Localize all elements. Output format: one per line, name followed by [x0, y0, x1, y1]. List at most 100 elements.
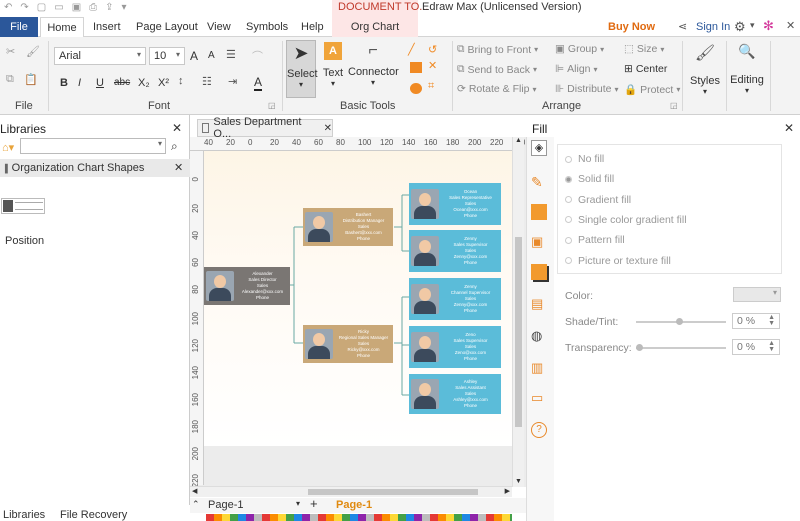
- subscript-button[interactable]: X₂: [138, 77, 150, 89]
- size-button[interactable]: ⬚ Size ▾: [624, 43, 664, 55]
- bottom-tab-libraries[interactable]: Libraries: [3, 509, 45, 521]
- send-to-back-button[interactable]: ⧉ Send to Back ▾: [457, 63, 537, 76]
- radio-icon[interactable]: [565, 175, 572, 183]
- fill-option[interactable]: Solid fill: [565, 173, 614, 185]
- fill-option[interactable]: Pattern fill: [565, 234, 625, 246]
- scroll-thumb[interactable]: [515, 237, 522, 427]
- bottom-tab-file-recovery[interactable]: File Recovery: [60, 509, 127, 521]
- document-tab[interactable]: Sales Department O... ✕: [197, 116, 333, 140]
- chevron-down-icon[interactable]: ▾: [750, 20, 755, 31]
- strikethrough-button[interactable]: abc: [114, 77, 130, 88]
- tab-page-layout[interactable]: Page Layout: [136, 17, 198, 37]
- font-color-button[interactable]: A: [254, 75, 263, 91]
- arc-icon[interactable]: ↺: [428, 43, 437, 56]
- scroll-down-icon[interactable]: ▼: [515, 478, 522, 485]
- line-spacing-icon[interactable]: ↕: [178, 75, 184, 87]
- open-icon[interactable]: ▭: [54, 2, 63, 13]
- tab-symbols[interactable]: Symbols: [246, 17, 288, 37]
- org-node[interactable]: Zenny Sales Supervisor Sales Zenny@xxx.com P…: [409, 230, 501, 272]
- wrap-icon[interactable]: ⌒: [252, 48, 263, 64]
- scroll-left-icon[interactable]: ◀: [192, 487, 197, 495]
- transparency-input[interactable]: 0 % ▲ ▼: [732, 339, 780, 355]
- bring-to-front-button[interactable]: ⧉ Bring to Front ▾: [457, 43, 538, 56]
- spinner-icon[interactable]: ▲ ▼: [768, 314, 775, 327]
- rectangle-icon[interactable]: [410, 62, 422, 73]
- search-icon[interactable]: ⌕: [171, 139, 178, 154]
- line-icon[interactable]: ╱: [408, 43, 415, 56]
- cross-icon[interactable]: ✕: [428, 59, 437, 72]
- file-tab[interactable]: File: [0, 17, 38, 37]
- org-node[interactable]: Zenny Channel Supervisor Sales Zenny@xxx.co…: [409, 278, 501, 320]
- add-page-icon[interactable]: +: [310, 496, 318, 511]
- horizontal-scrollbar[interactable]: ◀ ▶: [190, 486, 512, 497]
- indent-icon[interactable]: ⇥: [228, 75, 237, 88]
- radio-icon[interactable]: [565, 196, 572, 204]
- ellipse-icon[interactable]: [410, 83, 422, 94]
- superscript-button[interactable]: X²: [158, 77, 169, 89]
- bullets-icon[interactable]: ☷: [202, 75, 212, 88]
- shade-slider[interactable]: [636, 318, 726, 325]
- radio-icon[interactable]: [565, 155, 572, 163]
- editing-button[interactable]: 🔍 Editing ▾: [728, 43, 766, 95]
- fill-option[interactable]: No fill: [565, 153, 604, 165]
- tab-help[interactable]: Help: [301, 17, 324, 37]
- select-tool-button[interactable]: ➤ Select ▾: [286, 40, 318, 98]
- hscroll-thumb[interactable]: [308, 489, 478, 495]
- print-icon[interactable]: ⎙: [89, 2, 97, 13]
- undo-icon[interactable]: ↶: [4, 2, 12, 13]
- shrink-font-button[interactable]: A: [208, 50, 215, 61]
- export-icon[interactable]: ⇪: [105, 2, 113, 13]
- color-palette-strip[interactable]: [206, 514, 512, 521]
- page-select[interactable]: Page-1 ▾: [208, 499, 300, 512]
- redo-icon[interactable]: ↷: [20, 2, 28, 13]
- collapse-up-icon[interactable]: ⌃: [192, 499, 200, 510]
- bold-button[interactable]: B: [60, 77, 68, 89]
- scroll-right-icon[interactable]: ▶: [505, 487, 510, 495]
- font-size-select[interactable]: 10 ▾: [149, 47, 185, 65]
- radio-icon[interactable]: [565, 236, 572, 244]
- customize-icon[interactable]: ▾: [122, 2, 127, 13]
- align-button[interactable]: ⊫ Align ▾: [555, 63, 598, 75]
- library-section-header[interactable]: ▐ Organization Chart Shapes: [0, 159, 190, 177]
- save-icon[interactable]: ▣: [72, 2, 81, 13]
- share-icon[interactable]: ⋖: [678, 20, 687, 33]
- crop-icon[interactable]: ⌗: [428, 80, 434, 93]
- styles-button[interactable]: 🖌 Styles ▾: [688, 43, 722, 96]
- tab-home[interactable]: Home: [40, 17, 84, 38]
- spinner-icon[interactable]: ▲ ▼: [768, 340, 775, 353]
- paste-icon[interactable]: 📋: [24, 73, 38, 86]
- radio-icon[interactable]: [565, 257, 572, 264]
- group-button[interactable]: ▣ Group ▾: [555, 43, 604, 55]
- minimize-ribbon-icon[interactable]: ✕: [786, 19, 795, 32]
- cut-icon[interactable]: ✂: [6, 45, 15, 58]
- org-node[interactable]: Alexander Sales Director Sales Alexander@xx…: [204, 267, 290, 305]
- copy-icon[interactable]: ⧉: [6, 73, 14, 86]
- new-icon[interactable]: ▢: [37, 2, 46, 13]
- center-button[interactable]: ⊞ Center: [624, 63, 667, 75]
- org-node[interactable]: Ocean Sales Representative Sales Ocean@xxx.…: [409, 183, 501, 225]
- rotate-flip-button[interactable]: ⟳ Rotate & Flip ▾: [457, 83, 537, 95]
- folder-icon[interactable]: ⌂▾: [2, 141, 14, 154]
- font-name-select[interactable]: Arial ▾: [54, 47, 146, 65]
- tab-org-chart[interactable]: Org Chart: [332, 17, 418, 37]
- shade-slider-thumb[interactable]: [676, 318, 683, 325]
- org-node[interactable]: Ashley Sales Assistant Sales Ashley@xxx.com…: [409, 374, 501, 414]
- tab-view[interactable]: View: [207, 17, 231, 37]
- color-picker[interactable]: ▾: [733, 287, 781, 302]
- align-text-icon[interactable]: ☰: [226, 48, 236, 61]
- gear-icon[interactable]: ⚙: [734, 19, 746, 35]
- underline-button[interactable]: U: [96, 77, 104, 89]
- position-shape-thumbnail[interactable]: [1, 198, 45, 214]
- text-tool-button[interactable]: A Text ▾: [320, 40, 346, 88]
- distribute-button[interactable]: ⊪ Distribute ▾: [555, 83, 619, 95]
- format-painter-icon[interactable]: 🖌: [26, 45, 40, 58]
- transparency-slider-thumb[interactable]: [636, 344, 643, 351]
- grow-font-button[interactable]: A: [190, 49, 198, 63]
- radio-icon[interactable]: [565, 216, 572, 224]
- dialog-launcher-icon[interactable]: ◲: [670, 101, 678, 110]
- shade-input[interactable]: 0 % ▲ ▼: [732, 313, 780, 329]
- fill-option[interactable]: Picture or texture fill: [565, 255, 671, 267]
- close-icon[interactable]: ✕: [174, 161, 183, 174]
- org-node[interactable]: Zeno Sales Supervisor Sales Zeno@xxx.com Pho…: [409, 326, 501, 368]
- tab-insert[interactable]: Insert: [93, 17, 121, 37]
